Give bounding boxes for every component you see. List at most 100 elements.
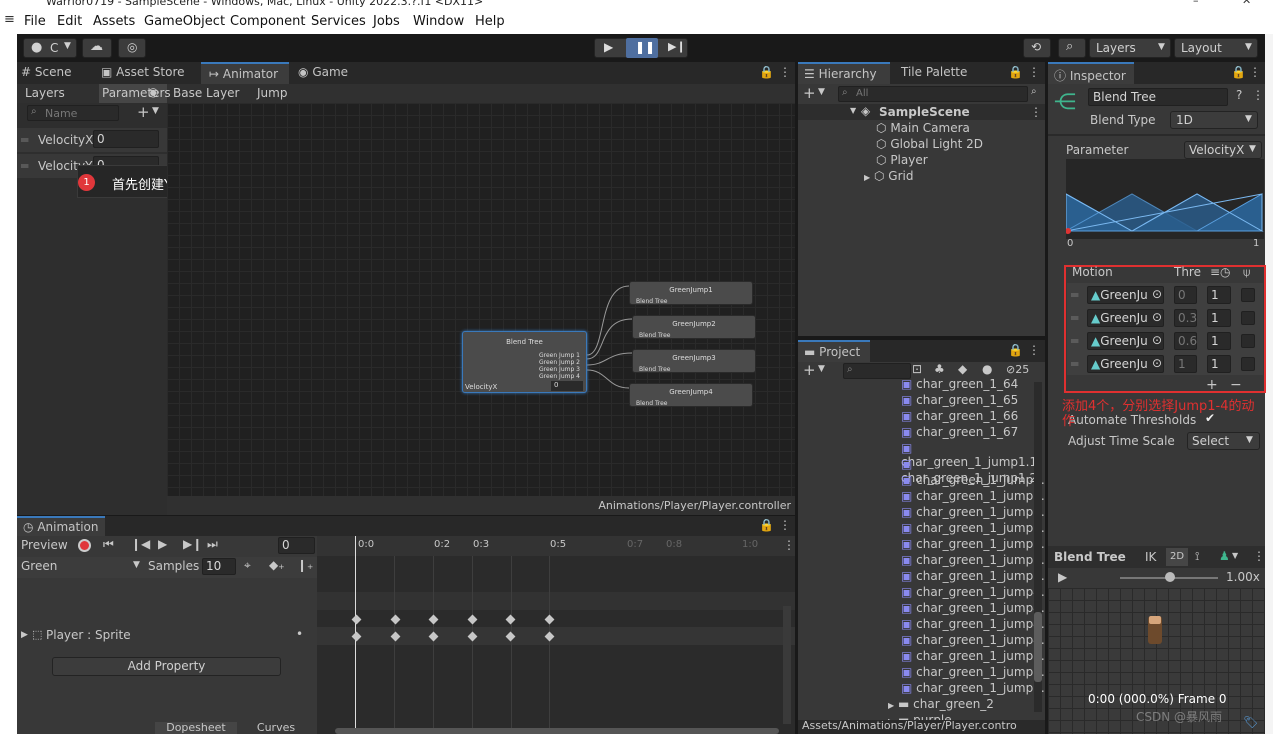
parameter-dropdown[interactable]: VelocityX ▼ — [1184, 141, 1262, 159]
prev-key-icon[interactable]: ❙◀ — [131, 537, 150, 551]
speed-input[interactable]: 1 — [1207, 286, 1231, 304]
hierarchy-item[interactable]: ⬡ Player — [876, 153, 928, 167]
layers-dropdown[interactable]: Layers ▼ — [1089, 38, 1171, 58]
blend-type-dropdown[interactable]: 1D ▼ — [1170, 111, 1258, 129]
next-key-icon[interactable]: ▶❙ — [183, 537, 202, 551]
hidden-count[interactable]: ⊘25 — [1006, 363, 1029, 376]
lock-icon[interactable]: 🔒 — [759, 518, 774, 532]
hierarchy-item[interactable]: ▶ ⬡ Grid — [864, 169, 913, 183]
file-item[interactable]: ▣ char_green_1_jump5. — [901, 681, 1045, 695]
chevron-right-icon[interactable]: ▶ — [864, 173, 870, 182]
file-item[interactable]: ▣ char_green_1_jump4. — [901, 633, 1045, 647]
menu-jobs[interactable]: Jobs — [373, 14, 400, 29]
tab-animation[interactable]: ◷ Animation — [17, 516, 105, 536]
label-filter-icon[interactable]: ◆ — [958, 362, 967, 376]
add-property-button[interactable]: Add Property — [52, 657, 281, 676]
drag-handle-icon[interactable]: ═ — [1071, 288, 1078, 302]
search-button[interactable]: ⌕ — [1058, 38, 1086, 58]
file-item[interactable]: ▣ char_green_1_jump4. — [901, 601, 1045, 615]
drag-handle-icon[interactable]: ═ — [1071, 334, 1078, 348]
file-item[interactable]: ▣ char_green_1_jump4. — [901, 585, 1045, 599]
speed-slider-thumb[interactable] — [1165, 572, 1175, 582]
speed-input[interactable]: 1 — [1207, 355, 1231, 373]
settings-icon[interactable]: ⋮ — [1252, 88, 1264, 102]
filter-icon[interactable]: ⌕ — [1031, 86, 1037, 97]
hierarchy-item[interactable]: ⬡ Main Camera — [876, 121, 970, 135]
tab-game[interactable]: ◉ Game — [298, 65, 348, 79]
lock-icon[interactable]: 🔒 — [1231, 65, 1246, 79]
tab-curves[interactable]: Curves — [241, 722, 311, 734]
tab-scene[interactable]: # Scene — [21, 65, 71, 79]
hierarchy-search-input[interactable]: ⌕ All — [838, 86, 1028, 102]
lock-icon[interactable]: 🔒 — [759, 65, 774, 79]
tag-icon[interactable]: 🏷 — [1243, 715, 1258, 729]
parameter-search-input[interactable]: ⌕ Name — [27, 105, 119, 121]
motion-node[interactable]: GreenJump2 Blend Tree — [632, 315, 756, 339]
file-item[interactable]: ▣ char_green_1_66 — [901, 409, 1018, 423]
more-icon[interactable]: ⋮ — [783, 538, 795, 552]
motion-field[interactable]: ▲GreenJu ⊙ — [1087, 355, 1164, 373]
drag-handle-icon[interactable]: ═ — [21, 159, 28, 173]
tab-inspector[interactable]: ⓘ Inspector — [1048, 62, 1134, 84]
mirror-checkbox[interactable] — [1241, 334, 1255, 348]
file-item[interactable]: ▣ char_green_1_jump2. — [901, 521, 1045, 535]
menu-file[interactable]: File — [24, 14, 46, 29]
chevron-right-icon[interactable]: ▶ — [21, 630, 28, 640]
ik-toggle[interactable]: IK — [1145, 550, 1156, 564]
motion-field[interactable]: ▲GreenJu ⊙ — [1087, 332, 1164, 350]
menu-services[interactable]: Services — [311, 14, 366, 29]
play-icon[interactable]: ▶ — [158, 537, 167, 551]
2d-toggle[interactable]: 2D — [1166, 548, 1188, 566]
chevron-down-icon[interactable]: ▼ — [850, 106, 856, 115]
summary-keyframe[interactable] — [544, 614, 555, 625]
more-icon[interactable]: ⋮ — [779, 65, 791, 79]
add-parameter-icon[interactable]: + — [137, 103, 150, 121]
summary-keyframe[interactable] — [428, 614, 439, 625]
tab-project[interactable]: ▬ Project — [798, 340, 870, 362]
more-icon[interactable]: ⋮ — [1028, 65, 1040, 79]
threshold-input[interactable]: 0.3 — [1174, 309, 1197, 327]
tab-animator[interactable]: ↦ Animator — [201, 62, 289, 84]
object-picker-icon[interactable]: ⊙ — [1152, 287, 1162, 301]
parameter-value-input[interactable]: 0 — [93, 130, 159, 148]
file-item[interactable]: ▣ char_green_1_67 — [901, 425, 1018, 439]
tab-hierarchy[interactable]: ☰ Hierarchy — [798, 62, 890, 84]
motion-field[interactable]: ▲GreenJu ⊙ — [1087, 286, 1164, 304]
file-item[interactable]: ▣ char_green_1_jump3. — [901, 569, 1045, 583]
folder-item[interactable]: ▶ ▬ char_green_2 — [888, 697, 994, 711]
threshold-input[interactable]: 0.6 — [1174, 332, 1197, 350]
cloud-button[interactable]: ☁ — [82, 38, 112, 58]
file-item[interactable]: ▣ char_green_1_jump2. — [901, 473, 1045, 487]
add-keyframe-icon[interactable]: ◆₊ — [269, 558, 285, 572]
keyframe-filter-icon[interactable]: ⌖ — [244, 558, 251, 573]
chevron-right-icon[interactable]: ▶ — [888, 701, 894, 710]
mirror-checkbox[interactable] — [1241, 288, 1255, 302]
motion-node[interactable]: GreenJump1 Blend Tree — [629, 281, 753, 305]
eye-icon[interactable]: ◉ — [148, 85, 158, 99]
menu-gameobject[interactable]: GameObject — [144, 14, 225, 29]
clip-dropdown[interactable]: Green ▼ — [19, 558, 145, 576]
horizontal-scrollbar[interactable] — [335, 728, 779, 734]
history-button[interactable]: ⟲ — [1023, 38, 1051, 58]
scrollbar[interactable] — [1034, 382, 1042, 712]
first-key-icon[interactable]: ⏮ — [103, 537, 114, 552]
mirror-checkbox[interactable] — [1241, 357, 1255, 371]
pause-button[interactable]: ❚❚ — [626, 38, 658, 58]
file-item[interactable]: ▣ char_green_1_jump5. — [901, 665, 1045, 679]
node-param-value[interactable]: 0 — [551, 381, 583, 391]
help-icon[interactable]: ? — [1236, 88, 1242, 102]
menu-component[interactable]: Component — [230, 14, 305, 29]
record-button[interactable] — [78, 539, 91, 552]
add-event-icon[interactable]: ❙₊ — [297, 558, 313, 572]
frame-input[interactable]: 0 — [278, 537, 315, 554]
file-item[interactable]: ▣ char_green_1_jump2. — [901, 489, 1045, 503]
play-icon[interactable]: ▶ — [604, 40, 613, 54]
hierarchy-item[interactable]: ⬡ Global Light 2D — [876, 137, 983, 151]
motion-node[interactable]: GreenJump3 Blend Tree — [632, 349, 756, 373]
samples-input[interactable]: 10 — [202, 558, 236, 575]
summary-keyframe[interactable] — [390, 614, 401, 625]
avatar-icon[interactable]: ♟ — [1219, 549, 1230, 563]
file-item[interactable]: ▣ char_green_1_jump3. — [901, 553, 1045, 567]
tab-asset-store[interactable]: ▣ Asset Store — [101, 65, 185, 79]
file-item[interactable]: ▣ char_green_1_64 — [901, 377, 1018, 391]
